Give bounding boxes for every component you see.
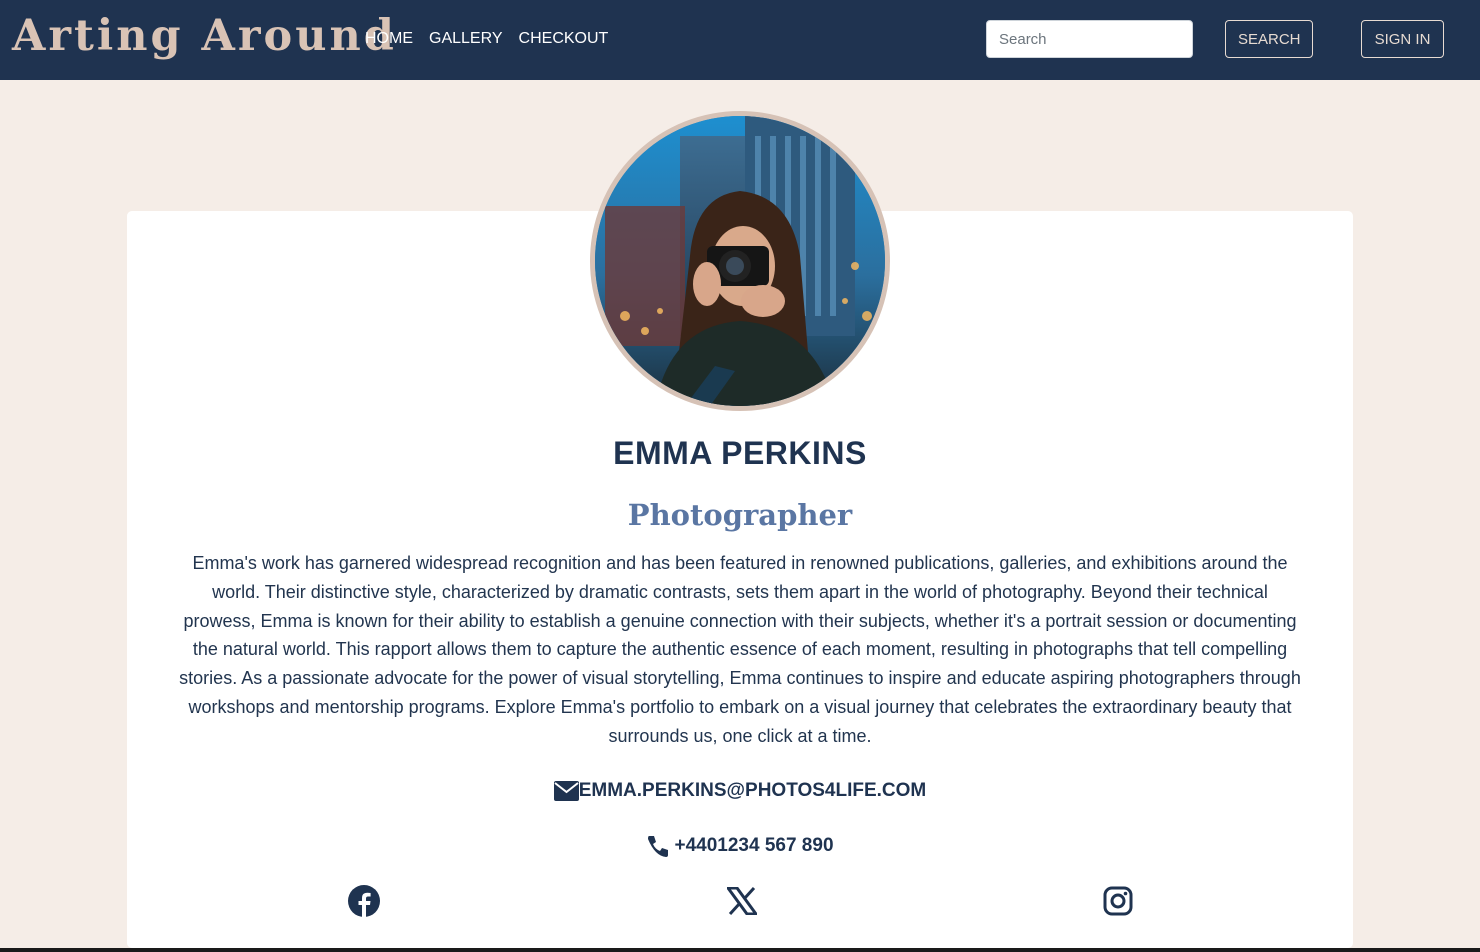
profile-name: EMMA PERKINS [613, 435, 867, 471]
profile-avatar [590, 111, 890, 411]
nav-links: HOME GALLERY CHECKOUT [365, 29, 608, 49]
phone-icon [646, 834, 670, 858]
email-link[interactable]: EMMA.PERKINS@PHOTOS4LIFE.COM [579, 780, 927, 802]
nav-link-checkout[interactable]: CHECKOUT [519, 29, 609, 49]
search-button[interactable]: SEARCH [1225, 20, 1313, 58]
phone-row: +4401234 567 890 [0, 832, 1480, 860]
facebook-icon[interactable] [347, 884, 381, 918]
avatar-photo [595, 116, 885, 406]
envelope-icon [553, 781, 579, 801]
brand-logo[interactable]: Arting Around [12, 10, 397, 62]
nav-link-home[interactable]: HOME [365, 29, 413, 49]
bottom-edge [0, 948, 1480, 952]
search-input[interactable] [986, 20, 1193, 58]
phone-link[interactable]: +4401234 567 890 [674, 835, 833, 857]
instagram-icon[interactable] [1101, 884, 1135, 918]
nav-link-gallery[interactable]: GALLERY [429, 29, 503, 49]
x-twitter-icon[interactable] [725, 884, 759, 918]
profile-bio: Emma's work has garnered widespread reco… [179, 553, 1301, 746]
profile-role: Photographer [627, 498, 853, 532]
sign-in-button[interactable]: SIGN IN [1361, 20, 1444, 58]
email-row: EMMA.PERKINS@PHOTOS4LIFE.COM [0, 777, 1480, 805]
top-navbar: Arting Around HOME GALLERY CHECKOUT SEAR… [0, 0, 1480, 80]
